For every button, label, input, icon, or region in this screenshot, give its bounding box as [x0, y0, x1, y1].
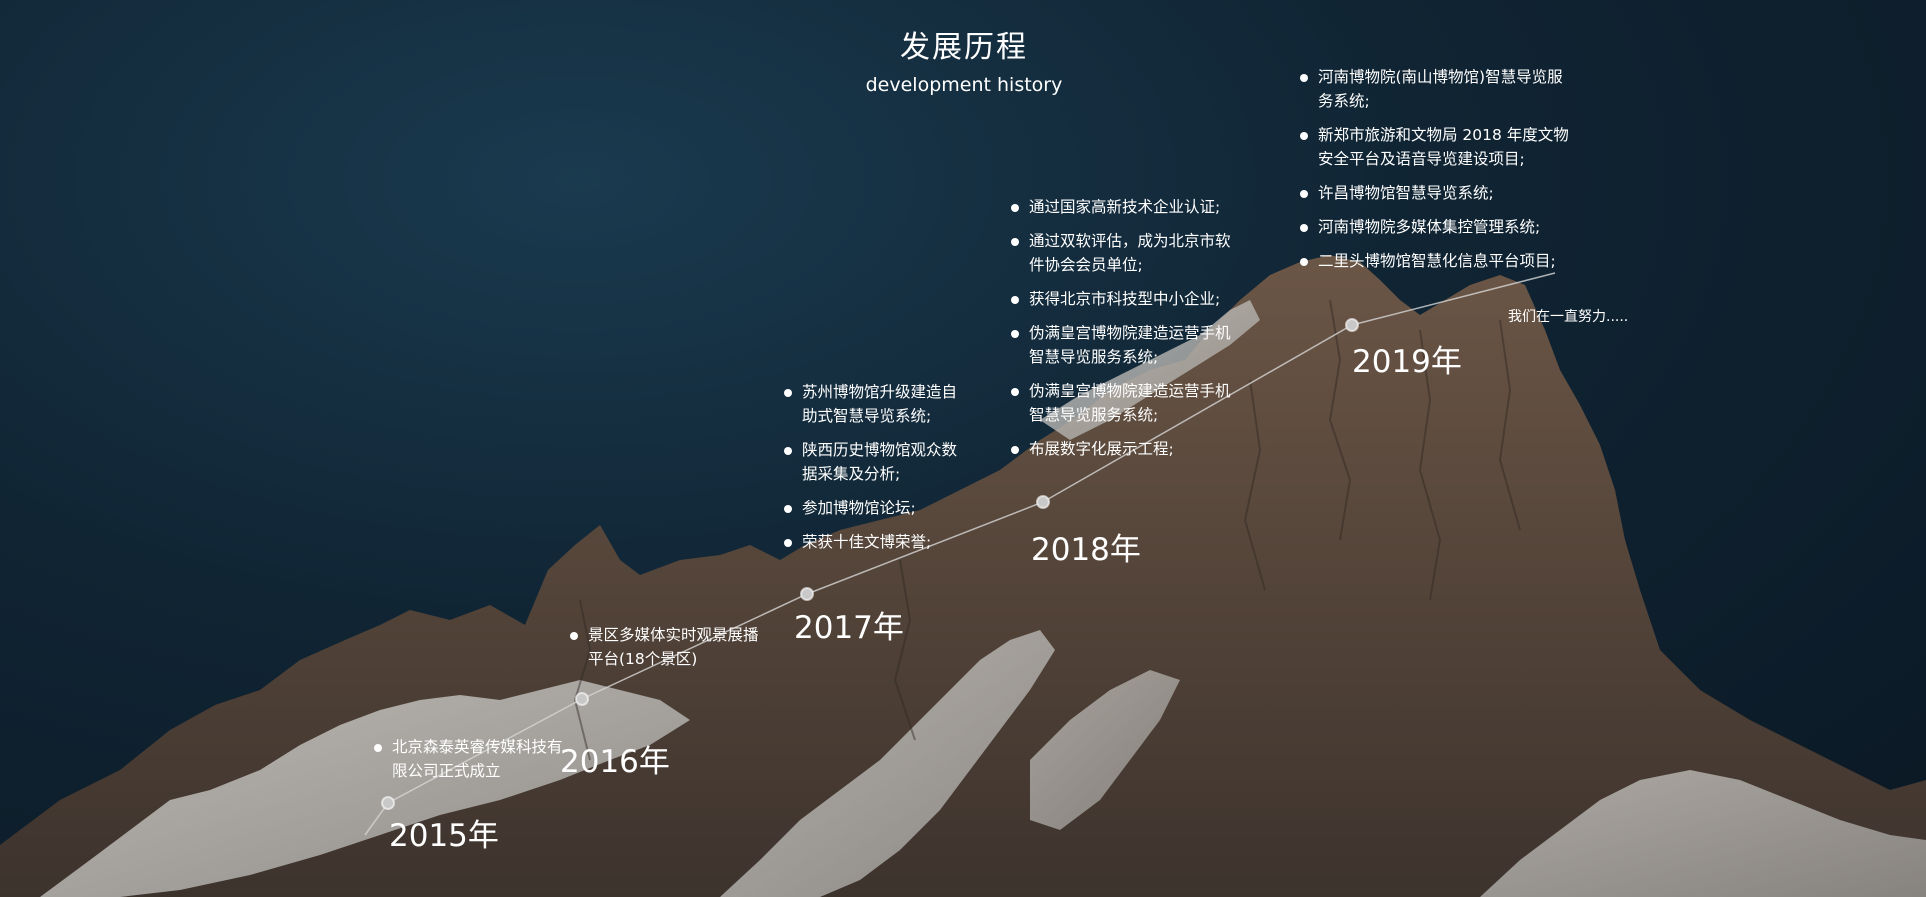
section-header: 发展历程 development history	[764, 28, 1164, 100]
milestone-item: 荣获十佳文博荣誉;	[784, 530, 969, 554]
milestone-item: 通过双软评估，成为北京市软件协会会员单位;	[1011, 229, 1241, 277]
page-subtitle: development history	[865, 74, 1063, 96]
milestone-item: 陕西历史博物馆观众数据采集及分析;	[784, 438, 969, 486]
milestone-item: 苏州博物馆升级建造自助式智慧导览系统;	[784, 380, 969, 428]
milestone-item: 伪满皇宫博物院建造运营手机智慧导览服务系统;	[1011, 321, 1241, 369]
timeline-node-2016	[575, 692, 589, 706]
bullet-dot-icon	[374, 744, 382, 752]
year-label-2018: 2018年	[1031, 532, 1141, 568]
timeline-node-2018	[1036, 495, 1050, 509]
bullet-dot-icon	[570, 632, 578, 640]
bullet-dot-icon	[1011, 238, 1019, 246]
year-label-2016: 2016年	[560, 744, 670, 780]
bullet-dot-icon	[1300, 224, 1308, 232]
milestone-item: 新郑市旅游和文物局 2018 年度文物安全平台及语音导览建设项目;	[1300, 123, 1570, 171]
bullet-dot-icon	[1011, 204, 1019, 212]
milestone-item: 通过国家高新技术企业认证;	[1011, 195, 1241, 219]
year-label-2015: 2015年	[389, 818, 499, 854]
year-label-2017: 2017年	[794, 610, 904, 646]
bullet-dot-icon	[1300, 74, 1308, 82]
timeline-node-2019	[1345, 318, 1359, 332]
timeline-banner: 发展历程 development history 2015年 北京森泰英睿传媒科…	[0, 0, 1926, 897]
milestone-item: 获得北京市科技型中小企业;	[1011, 287, 1241, 311]
milestone-item: 北京森泰英睿传媒科技有限公司正式成立	[374, 735, 564, 783]
milestone-item: 河南博物院多媒体集控管理系统;	[1300, 215, 1570, 239]
bullet-dot-icon	[784, 539, 792, 547]
bullet-dot-icon	[1300, 132, 1308, 140]
bullet-dot-icon	[784, 389, 792, 397]
timeline-node-2015	[381, 796, 395, 810]
milestone-item: 许昌博物馆智慧导览系统;	[1300, 181, 1570, 205]
bullet-dot-icon	[1300, 258, 1308, 266]
bullet-dot-icon	[1011, 330, 1019, 338]
milestone-item: 伪满皇宫博物院建造运营手机智慧导览服务系统;	[1011, 379, 1241, 427]
milestone-item: 布展数字化展示工程;	[1011, 437, 1241, 461]
page-title: 发展历程	[900, 30, 1028, 65]
timeline-node-2017	[800, 587, 814, 601]
milestone-item: 景区多媒体实时观景展播平台(18个景区)	[570, 623, 760, 671]
milestone-list-2018: 通过国家高新技术企业认证; 通过双软评估，成为北京市软件协会会员单位; 获得北京…	[1011, 195, 1241, 461]
milestone-list-2017: 苏州博物馆升级建造自助式智慧导览系统; 陕西历史博物馆观众数据采集及分析; 参加…	[784, 380, 969, 554]
milestone-list-2016: 景区多媒体实时观景展播平台(18个景区)	[570, 623, 760, 671]
bullet-dot-icon	[1011, 446, 1019, 454]
milestone-list-2019: 河南博物院(南山博物馆)智慧导览服务系统; 新郑市旅游和文物局 2018 年度文…	[1300, 65, 1570, 273]
year-label-2019: 2019年	[1352, 344, 1462, 380]
bullet-dot-icon	[784, 447, 792, 455]
closing-note: 我们在一直努力.....	[1508, 309, 1629, 325]
milestone-item: 河南博物院(南山博物馆)智慧导览服务系统;	[1300, 65, 1570, 113]
milestone-item: 参加博物馆论坛;	[784, 496, 969, 520]
bullet-dot-icon	[1011, 388, 1019, 396]
milestone-item: 二里头博物馆智慧化信息平台项目;	[1300, 249, 1570, 273]
bullet-dot-icon	[1300, 190, 1308, 198]
milestone-list-2015: 北京森泰英睿传媒科技有限公司正式成立	[374, 735, 564, 783]
bullet-dot-icon	[1011, 296, 1019, 304]
bullet-dot-icon	[784, 505, 792, 513]
